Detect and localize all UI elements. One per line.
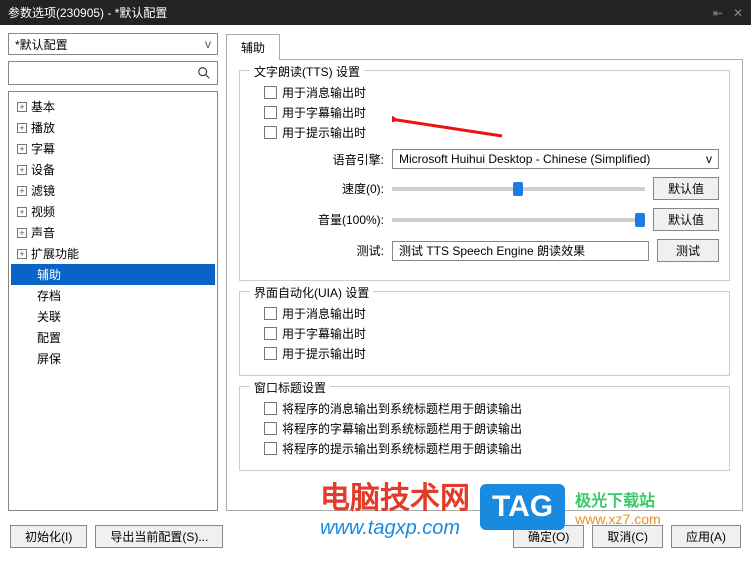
expander-icon[interactable]: +	[17, 249, 27, 259]
chevron-down-icon: v	[706, 152, 712, 166]
engine-value: Microsoft Huihui Desktop - Chinese (Simp…	[399, 152, 650, 166]
checkbox[interactable]	[264, 86, 277, 99]
group-tts: 文字朗读(TTS) 设置 用于消息输出时用于字幕输出时用于提示输出时 语音引擎 …	[239, 70, 730, 281]
tree-label: 屏保	[37, 350, 61, 367]
checkbox[interactable]	[264, 106, 277, 119]
check-row[interactable]: 用于消息输出时	[264, 305, 719, 322]
speed-default-button[interactable]: 默认值	[653, 177, 719, 200]
tree-item-配置[interactable]: 配置	[11, 327, 215, 348]
expander-icon[interactable]: +	[17, 144, 27, 154]
checkbox[interactable]	[264, 126, 277, 139]
group-title-uia: 界面自动化(UIA) 设置	[250, 284, 373, 301]
check-label: 用于提示输出时	[282, 345, 366, 362]
volume-label: 音量(100%)	[254, 211, 384, 228]
check-row[interactable]: 用于字幕输出时	[264, 104, 719, 121]
check-label: 用于字幕输出时	[282, 104, 366, 121]
check-row[interactable]: 用于消息输出时	[264, 84, 719, 101]
check-row[interactable]: 用于提示输出时	[264, 345, 719, 362]
tree-item-扩展功能[interactable]: + 扩展功能	[11, 243, 215, 264]
check-label: 将程序的提示输出到系统标题栏用于朗读输出	[282, 440, 522, 457]
search-input[interactable]	[15, 66, 197, 80]
tree-label: 视频	[31, 203, 55, 220]
expander-icon[interactable]: +	[17, 165, 27, 175]
close-icon[interactable]: ✕	[733, 6, 743, 20]
test-input-value: 测试 TTS Speech Engine 朗读效果	[399, 242, 585, 259]
check-row[interactable]: 用于字幕输出时	[264, 325, 719, 342]
test-input[interactable]: 测试 TTS Speech Engine 朗读效果	[392, 241, 649, 261]
check-label: 将程序的字幕输出到系统标题栏用于朗读输出	[282, 420, 522, 437]
tree-item-声音[interactable]: + 声音	[11, 222, 215, 243]
search-box[interactable]	[8, 61, 218, 85]
speed-label: 速度(0)	[254, 180, 384, 197]
expander-icon[interactable]: +	[17, 102, 27, 112]
group-uia: 界面自动化(UIA) 设置 用于消息输出时用于字幕输出时用于提示输出时	[239, 291, 730, 376]
group-title-settings: 窗口标题设置 将程序的消息输出到系统标题栏用于朗读输出将程序的字幕输出到系统标题…	[239, 386, 730, 471]
check-row[interactable]: 用于提示输出时	[264, 124, 719, 141]
pin-icon[interactable]: ⇤	[713, 6, 723, 20]
checkbox[interactable]	[264, 327, 277, 340]
init-button[interactable]: 初始化(I)	[10, 525, 87, 548]
check-label: 用于字幕输出时	[282, 325, 366, 342]
engine-label: 语音引擎	[254, 151, 384, 168]
chevron-down-icon: v	[205, 37, 211, 51]
volume-default-button[interactable]: 默认值	[653, 208, 719, 231]
ok-button[interactable]: 确定(O)	[513, 525, 584, 548]
checkbox[interactable]	[264, 422, 277, 435]
tree-item-辅助[interactable]: 辅助	[11, 264, 215, 285]
tree-label: 声音	[31, 224, 55, 241]
check-label: 用于消息输出时	[282, 305, 366, 322]
checkbox[interactable]	[264, 402, 277, 415]
tree-label: 字幕	[31, 140, 55, 157]
expander-icon[interactable]: +	[17, 186, 27, 196]
tree-label: 配置	[37, 329, 61, 346]
profile-selector[interactable]: *默认配置 v	[8, 33, 218, 55]
tree-label: 播放	[31, 119, 55, 136]
tree-item-基本[interactable]: + 基本	[11, 96, 215, 117]
test-label: 测试	[254, 242, 384, 259]
tree-item-播放[interactable]: + 播放	[11, 117, 215, 138]
tree-label: 存档	[37, 287, 61, 304]
search-icon	[197, 66, 211, 80]
tree-label: 基本	[31, 98, 55, 115]
check-label: 将程序的消息输出到系统标题栏用于朗读输出	[282, 400, 522, 417]
group-title-tts: 文字朗读(TTS) 设置	[250, 63, 364, 80]
tree-item-设备[interactable]: + 设备	[11, 159, 215, 180]
apply-button[interactable]: 应用(A)	[671, 525, 741, 548]
export-button[interactable]: 导出当前配置(S)...	[95, 525, 223, 548]
tree-item-视频[interactable]: + 视频	[11, 201, 215, 222]
window-title: 参数选项(230905) - *默认配置	[8, 4, 167, 21]
test-button[interactable]: 测试	[657, 239, 719, 262]
tree-label: 设备	[31, 161, 55, 178]
tab-assist[interactable]: 辅助	[226, 34, 280, 60]
checkbox[interactable]	[264, 307, 277, 320]
expander-icon[interactable]: +	[17, 228, 27, 238]
speed-slider[interactable]	[392, 187, 645, 191]
expander-icon[interactable]: +	[17, 123, 27, 133]
volume-slider[interactable]	[392, 218, 645, 222]
tree-item-关联[interactable]: 关联	[11, 306, 215, 327]
check-label: 用于消息输出时	[282, 84, 366, 101]
check-label: 用于提示输出时	[282, 124, 366, 141]
tree-item-存档[interactable]: 存档	[11, 285, 215, 306]
category-tree: + 基本 + 播放 + 字幕 + 设备 + 滤镜 + 视频 + 声音 + 扩展功能辅助存档关联配置屏保	[8, 91, 218, 511]
engine-select[interactable]: Microsoft Huihui Desktop - Chinese (Simp…	[392, 149, 719, 169]
tree-label: 滤镜	[31, 182, 55, 199]
check-row[interactable]: 将程序的字幕输出到系统标题栏用于朗读输出	[264, 420, 719, 437]
tree-label: 关联	[37, 308, 61, 325]
tree-label: 辅助	[37, 266, 61, 283]
tree-item-字幕[interactable]: + 字幕	[11, 138, 215, 159]
checkbox[interactable]	[264, 442, 277, 455]
profile-label: *默认配置	[15, 36, 68, 53]
check-row[interactable]: 将程序的提示输出到系统标题栏用于朗读输出	[264, 440, 719, 457]
cancel-button[interactable]: 取消(C)	[592, 525, 663, 548]
checkbox[interactable]	[264, 347, 277, 360]
check-row[interactable]: 将程序的消息输出到系统标题栏用于朗读输出	[264, 400, 719, 417]
tree-item-屏保[interactable]: 屏保	[11, 348, 215, 369]
expander-icon[interactable]: +	[17, 207, 27, 217]
tree-item-滤镜[interactable]: + 滤镜	[11, 180, 215, 201]
tree-label: 扩展功能	[31, 245, 79, 262]
group-title-window-title: 窗口标题设置	[250, 379, 330, 396]
